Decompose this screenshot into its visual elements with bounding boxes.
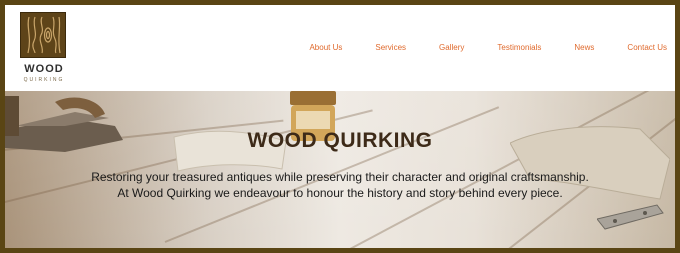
nav-services[interactable]: Services <box>375 43 406 52</box>
logo-wordmark: WOOD <box>24 63 64 75</box>
brass-hinge-image <box>596 199 667 233</box>
page-frame: WOOD QUIRKING About Us Services Gallery … <box>5 5 675 248</box>
wood-grain-logo-icon <box>20 12 66 58</box>
site-header: WOOD QUIRKING About Us Services Gallery … <box>5 5 675 91</box>
hero-title: WOOD QUIRKING <box>247 129 433 152</box>
site-logo[interactable]: WOOD QUIRKING <box>13 10 75 88</box>
hero-banner: WOOD QUIRKING Restoring your treasured a… <box>5 91 675 248</box>
nav-gallery[interactable]: Gallery <box>439 43 464 52</box>
hero-description: Restoring your treasured antiques while … <box>91 170 589 200</box>
nav-testimonials[interactable]: Testimonials <box>497 43 541 52</box>
main-nav: About Us Services Gallery Testimonials N… <box>276 43 667 52</box>
nav-about-us[interactable]: About Us <box>309 43 342 52</box>
nav-news[interactable]: News <box>574 43 594 52</box>
nav-contact-us[interactable]: Contact Us <box>627 43 667 52</box>
logo-tagline: QUIRKING <box>23 77 65 83</box>
